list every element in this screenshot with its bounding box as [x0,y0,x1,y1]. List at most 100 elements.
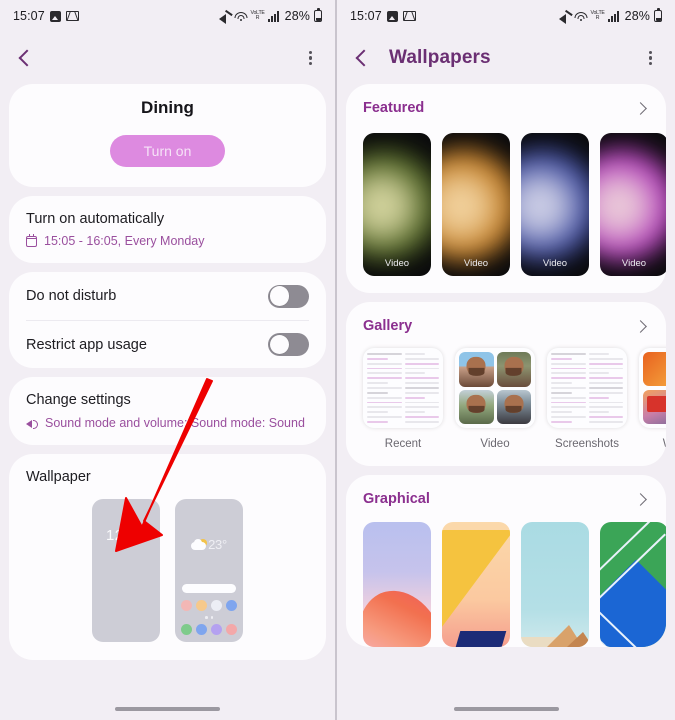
gallery-thumb-recent [363,348,443,428]
photo-icon [386,10,398,22]
gallery-thumb-screenshots [547,348,627,428]
sound-mode-text: Sound mode and volume: Sound mode: Sound [45,416,305,430]
graphical-thumb-2[interactable] [442,522,510,647]
graphical-title: Graphical [363,491,430,507]
restrict-app-usage-label: Restrict app usage [26,336,147,353]
gallery-section: Gallery Recent Video Screenshots [346,302,666,466]
document-thumbnail [547,348,627,428]
volte-label-bottom: R [255,15,260,21]
page-title: Dining [141,98,194,117]
graphical-thumb-4[interactable] [600,522,666,647]
battery-percent: 28% [284,9,310,23]
featured-thumb-2-label: Video [463,258,489,269]
graphical-thumb-3[interactable] [521,522,589,647]
wifi-icon [234,11,248,21]
restrict-app-usage-switch[interactable] [268,333,309,356]
signal-bars-icon [267,11,279,22]
status-bar-right-group: VoLTE R 28% [219,8,322,24]
featured-thumb-4[interactable]: Video [600,133,666,276]
status-time-2: 15:07 [350,9,382,23]
nav-bar-right [337,698,675,720]
gallery-label-whatsapp: Whats [639,438,666,450]
mute-icon [559,11,571,24]
volte-label-bottom-2: R [595,15,600,21]
gmail-icon [65,11,79,21]
featured-thumb-4-label: Video [621,258,647,269]
do-not-disturb-label: Do not disturb [26,288,117,304]
battery-percent-2: 28% [624,9,650,23]
wallpaper-preview: 12:45 23° [26,499,309,642]
right-phone-screen: 15:07 VoLTE R 28% Wallpapers Featured Vi… [337,0,675,720]
gallery-thumbnails: Recent Video Screenshots [346,335,666,466]
dining-card: Dining Turn on [9,84,326,187]
turn-on-automatically-card[interactable]: Turn on automatically 15:05 - 16:05, Eve… [9,196,326,263]
wallpaper-label: Wallpaper [26,469,91,485]
gallery-item-screenshots[interactable]: Screenshots [547,348,627,450]
nav-home-pill[interactable] [115,707,220,711]
left-phone-screen: 15:07 VoLTE R 28% Dining Turn on Turn on… [0,0,337,720]
chevron-right-icon[interactable] [631,317,649,335]
featured-thumb-1[interactable]: Video [363,133,431,276]
app-bar-left [0,32,335,84]
gallery-header[interactable]: Gallery [346,302,666,335]
home-screen-preview[interactable]: 23° [175,499,243,642]
wallpapers-title: Wallpapers [389,47,491,68]
status-bar-left-group: 15:07 [13,9,79,23]
wallpaper-card: Wallpaper 12:45 23° [9,454,326,660]
chevron-right-icon[interactable] [631,99,649,117]
home-preview-temp: 23° [208,537,227,552]
graphical-thumbnails [346,508,666,647]
do-not-disturb-switch[interactable] [268,284,309,308]
status-time: 15:07 [13,9,45,23]
featured-thumbnails: Video Video Video Video [346,117,666,293]
app-bar-right-group: Wallpapers [351,47,491,69]
turn-on-button[interactable]: Turn on [109,135,226,167]
kebab-menu-icon[interactable] [639,47,661,69]
status-bar-left-group-2: 15:07 [350,9,416,23]
featured-thumb-2[interactable]: Video [442,133,510,276]
graphical-header[interactable]: Graphical [346,475,666,508]
restrict-app-usage-row[interactable]: Restrict app usage [26,320,309,368]
photo-grid-thumbnail [455,348,535,428]
home-preview-weather: 23° [175,537,243,552]
gallery-item-recent[interactable]: Recent [363,348,443,450]
graphical-thumb-1[interactable] [363,522,431,647]
gallery-label-recent: Recent [384,438,422,450]
status-bar-right-group-2: VoLTE R 28% [559,8,662,24]
whatsapp-thumbnail [639,348,666,428]
nav-home-pill[interactable] [453,707,559,711]
schedule-row: 15:05 - 16:05, Every Monday [25,234,309,248]
battery-icon [314,8,322,22]
home-preview-page-dots [175,616,243,619]
gallery-item-whatsapp[interactable]: Whats [639,348,666,450]
calendar-icon [25,234,38,247]
back-chevron-icon[interactable] [351,47,373,69]
volte-icon: VoLTE R [250,10,264,21]
status-bar-left: 15:07 VoLTE R 28% [0,0,335,32]
home-preview-app-row-1 [181,600,237,611]
back-chevron-icon[interactable] [14,47,36,69]
gmail-icon [402,11,416,21]
chevron-right-icon[interactable] [631,490,649,508]
signal-bars-icon [607,11,619,22]
gallery-title: Gallery [363,318,413,334]
toggles-card: Do not disturb Restrict app usage [9,272,326,368]
home-preview-app-row-2 [181,624,237,635]
turn-on-automatically-label: Turn on automatically [26,211,165,227]
schedule-text: 15:05 - 16:05, Every Monday [44,234,205,248]
screenshot-root: 15:07 VoLTE R 28% Dining Turn on Turn on… [0,0,675,720]
lock-screen-preview[interactable]: 12:45 [92,499,160,642]
gallery-item-video[interactable]: Video [455,348,535,450]
featured-thumb-3[interactable]: Video [521,133,589,276]
do-not-disturb-row[interactable]: Do not disturb [26,272,309,320]
gallery-label-video: Video [480,438,510,450]
nav-bar-left [0,698,335,720]
featured-header[interactable]: Featured [346,84,666,117]
home-preview-search-bar [182,584,236,593]
document-thumbnail [363,348,443,428]
change-settings-card[interactable]: Change settings Sound mode and volume: S… [9,377,326,445]
battery-icon [654,8,662,22]
featured-thumb-3-label: Video [542,258,568,269]
gallery-thumb-video [455,348,535,428]
kebab-menu-icon[interactable] [299,47,321,69]
